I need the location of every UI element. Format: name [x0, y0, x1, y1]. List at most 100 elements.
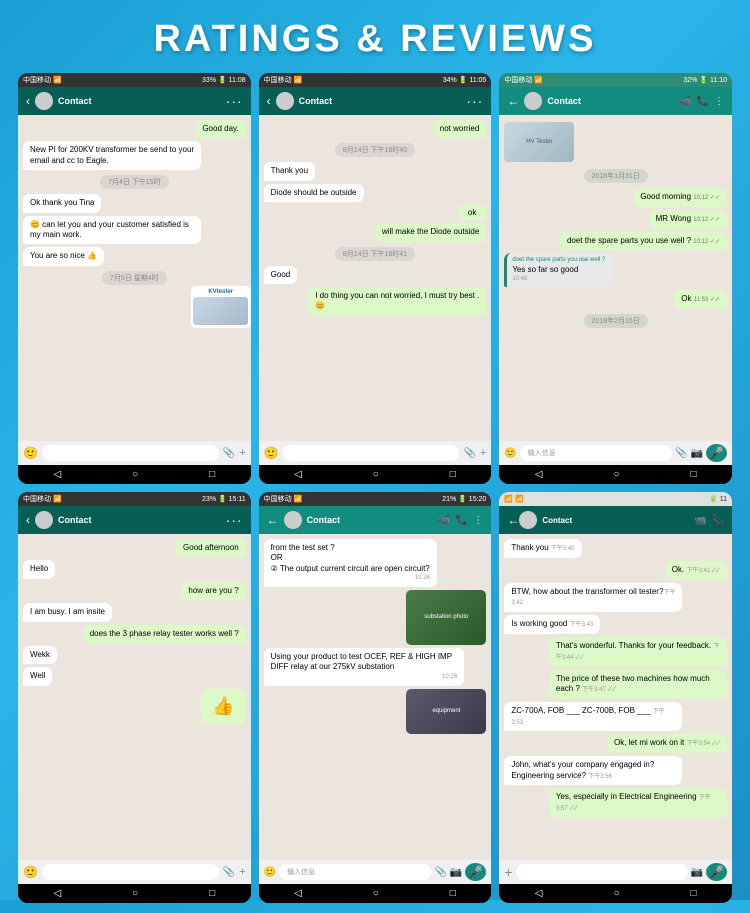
chat-body-6: Thank you 下午3:40 Ok. 下午3:41 ✓✓ BTW, how … [499, 534, 732, 860]
msg-sent-15: Ok, let mi work on it 下午3:54 ✓✓ [607, 734, 727, 753]
chat-input-2[interactable] [283, 445, 460, 461]
more-options-icon-4[interactable]: ··· [226, 512, 243, 528]
back-nav-4[interactable]: ◁ [53, 888, 61, 899]
chat-header-2: ‹ Contact ··· [259, 87, 492, 115]
camera-icon-6[interactable]: 📷 [691, 867, 703, 878]
home-nav-6[interactable]: ○ [613, 888, 619, 899]
home-nav-2[interactable]: ○ [373, 469, 379, 480]
msg-sent-1: Good day. [195, 120, 245, 138]
back-arrow-icon-4[interactable]: ‹ [26, 513, 30, 527]
add-icon-2[interactable]: + [480, 447, 486, 459]
add-btn-6[interactable]: + [504, 864, 512, 880]
chat-input-5[interactable]: 输入信息 [279, 864, 431, 880]
msg-sent-9: Good afternoon [176, 539, 246, 557]
recents-nav-6[interactable]: □ [690, 888, 696, 899]
back-nav-5[interactable]: ◁ [294, 888, 302, 899]
header-icons-5: 📹 📞 ⋮ [438, 515, 483, 526]
paperclip-icon-3[interactable]: 📎 [675, 448, 687, 459]
emoji-icon-4[interactable]: 🙂 [23, 865, 38, 879]
msg-sent-5: Good morning 10:12 ✓✓ [633, 188, 727, 207]
msg-received-16: BTW, how about the transformer oil teste… [504, 583, 682, 613]
phone-1: 中国移动 📶 33% 🔋 11:08 ‹ Contact ··· Good da… [18, 73, 251, 484]
msg-sent-4: I do thing you can not worried, I must t… [308, 287, 486, 316]
attach-icon-1[interactable]: 📎 [223, 448, 235, 459]
msg-received-9: Hello [23, 560, 55, 578]
mic-icon-6[interactable]: 🎤 [706, 863, 727, 881]
header-icons-6: 📹 📞 [694, 515, 724, 526]
statusbar-2: 中国移动 📶 34% 🔋 11:05 [259, 73, 492, 87]
statusbar-4: 中国移动 📶 23% 🔋 15:11 [18, 492, 251, 506]
mic-icon-3[interactable]: 🎤 [706, 444, 727, 462]
msg-received-7: Good [264, 266, 298, 284]
call-icon-6[interactable]: 📞 [712, 515, 724, 526]
emoji-icon-1[interactable]: 🙂 [23, 446, 38, 460]
back-nav-3[interactable]: ◁ [535, 469, 543, 480]
recents-nav-5[interactable]: □ [450, 888, 456, 899]
date-divider-1: 2018年1月31日 [584, 169, 648, 183]
chat-header-3: ← Contact 📹 📞 ⋮ [499, 87, 732, 115]
statusbar-1: 中国移动 📶 33% 🔋 11:08 [18, 73, 251, 87]
nav-bar-4: ◁ ○ □ [18, 884, 251, 903]
avatar-4 [35, 511, 53, 529]
photo-msg-2: equipment [406, 689, 486, 734]
call-icon-3[interactable]: 📞 [697, 96, 709, 107]
nav-bar-5: ◁ ○ □ [259, 884, 492, 903]
call-icon-5[interactable]: 📞 [456, 515, 468, 526]
recents-nav-2[interactable]: □ [450, 469, 456, 480]
more-options-icon[interactable]: ··· [226, 93, 243, 109]
video-icon-5[interactable]: 📹 [438, 515, 450, 526]
mic-icon-5[interactable]: 🎤 [465, 863, 486, 881]
photo-msg-1: substation photo [406, 590, 486, 645]
emoji-icon-2[interactable]: 🙂 [264, 446, 279, 460]
add-icon-4[interactable]: + [239, 866, 245, 878]
chat-input-3[interactable]: 输入信息 [520, 445, 672, 461]
more-icon-3[interactable]: ⋮ [714, 96, 724, 107]
recents-nav-1[interactable]: □ [209, 469, 215, 480]
recents-nav-4[interactable]: □ [209, 888, 215, 899]
back-nav-2[interactable]: ◁ [294, 469, 302, 480]
statusbar-3: 中国移动 📶 32% 🔋 11:10 [499, 73, 732, 87]
kvtester-img [193, 297, 248, 325]
ok-badge: ok [458, 205, 486, 220]
statusbar-5: 中国移动 📶 21% 🔋 15:20 [259, 492, 492, 506]
avatar-5 [284, 511, 302, 529]
msg-received-17: Is working good 下午3:43 [504, 615, 600, 634]
chat-header-6: ← Contact 📹 📞 [499, 506, 732, 534]
chat-input-1[interactable] [42, 445, 219, 461]
back-arrow-icon-3[interactable]: ← [507, 94, 519, 108]
attach-icon-2[interactable]: 📎 [463, 448, 475, 459]
back-arrow-icon[interactable]: ‹ [26, 94, 30, 108]
home-nav-4[interactable]: ○ [132, 888, 138, 899]
camera-icon-3[interactable]: 📷 [691, 448, 703, 459]
back-arrow-icon-2[interactable]: ‹ [267, 94, 271, 108]
msg-sent-2: not worried [433, 120, 487, 138]
emoji-icon-3[interactable]: 🙂 [504, 448, 516, 459]
attach-icon-4[interactable]: 📎 [223, 867, 235, 878]
back-arrow-icon-5[interactable]: ← [267, 513, 279, 527]
more-icon-5[interactable]: ⋮ [473, 515, 483, 526]
home-nav-3[interactable]: ○ [613, 469, 619, 480]
timestamp-1: 7月4日 下午15时 [100, 175, 169, 189]
msg-received-15: Thank you 下午3:40 [504, 539, 581, 558]
msg-received-4: You are so nice 👍 [23, 247, 104, 265]
recents-nav-3[interactable]: □ [690, 469, 696, 480]
emoji-icon-5[interactable]: 🙂 [264, 867, 276, 878]
more-options-icon-2[interactable]: ··· [466, 93, 483, 109]
chat-input-4[interactable] [42, 864, 219, 880]
home-nav-5[interactable]: ○ [373, 888, 379, 899]
chat-header-1: ‹ Contact ··· [18, 87, 251, 115]
back-arrow-icon-6[interactable]: ← [507, 513, 519, 527]
camera-icon-5[interactable]: 📷 [450, 867, 462, 878]
msg-received-13: from the test set ?OR② The output curren… [264, 539, 437, 587]
video-icon-3[interactable]: 📹 [679, 96, 691, 107]
add-icon-1[interactable]: + [239, 447, 245, 459]
home-nav-1[interactable]: ○ [132, 469, 138, 480]
paperclip-icon-5[interactable]: 📎 [434, 867, 446, 878]
msg-sent-12: Ok. 下午3:41 ✓✓ [665, 561, 727, 580]
chat-input-6[interactable] [516, 864, 688, 880]
back-nav-6[interactable]: ◁ [535, 888, 543, 899]
video-icon-6[interactable]: 📹 [694, 515, 706, 526]
back-nav-1[interactable]: ◁ [53, 469, 61, 480]
msg-sent-10: how are you ? [181, 582, 245, 600]
phone-5: 中国移动 📶 21% 🔋 15:20 ← Contact 📹 📞 ⋮ from … [259, 492, 492, 903]
